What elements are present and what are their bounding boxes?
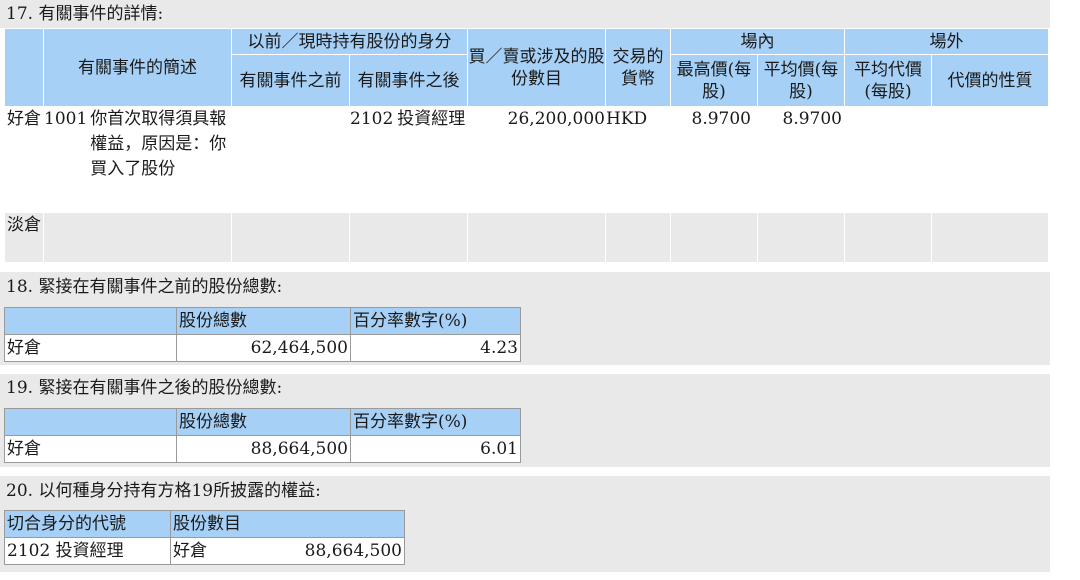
currency-value: HKD xyxy=(605,106,671,213)
event-description-cell: 1001 你首次取得須具報權益，原因是：你買入了股份 xyxy=(43,106,232,213)
capacity-code-header: 切合身分的代號 xyxy=(4,510,171,538)
position-label: 好倉 xyxy=(173,541,207,561)
section-20-title: 20. 以何種身分持有方格19所披露的權益: xyxy=(6,481,321,501)
capacity-code: 2102 xyxy=(7,541,51,561)
header-consideration-nature: 代價的性質 xyxy=(931,54,1049,107)
capacity-after-text: 投資經理 xyxy=(397,109,466,129)
consideration-nature-value xyxy=(931,106,1049,213)
short-position-label: 淡倉 xyxy=(4,212,44,263)
long-position-row: 好倉 1001 你首次取得須具報權益，原因是：你買入了股份 2102 投資經理 … xyxy=(4,106,1049,213)
total-shares-value: 88,664,500 xyxy=(176,435,351,463)
header-before-event: 有關事件之前 xyxy=(231,54,350,107)
header-currency: 交易的貨幣 xyxy=(605,28,671,107)
header-average-consideration: 平均代價(每股) xyxy=(844,54,932,107)
capacity-after-code: 2102 xyxy=(350,109,394,129)
header-average-price: 平均價(每股) xyxy=(757,54,845,107)
event-code: 1001 xyxy=(44,109,88,129)
section-19-title: 19. 緊接在有關事件之後的股份總數: xyxy=(6,378,283,398)
capacity-name: 投資經理 xyxy=(55,541,124,561)
shares-count-value: 88,664,500 xyxy=(304,541,402,561)
header-on-exchange: 場內 xyxy=(670,28,845,55)
shares-count-cell: 好倉 88,664,500 xyxy=(170,537,405,565)
capacity-code-cell: 2102 投資經理 xyxy=(4,537,171,565)
header-off-exchange: 場外 xyxy=(844,28,1049,55)
percentage-value: 6.01 xyxy=(350,435,521,463)
shares-involved-value: 26,200,000 xyxy=(467,106,606,213)
event-description-text: 你首次取得須具報權益，原因是：你買入了股份 xyxy=(90,109,227,179)
short-position-row: 淡倉 xyxy=(4,212,1049,263)
percentage-header: 百分率數字(%) xyxy=(350,408,521,436)
shares-after-table: 股份總數 百分率數字(%) 好倉 88,664,500 6.01 xyxy=(4,408,521,463)
position-label: 好倉 xyxy=(4,435,177,463)
total-shares-value: 62,464,500 xyxy=(176,334,351,362)
capacity-after-cell: 2102 投資經理 xyxy=(349,106,468,213)
header-event-description: 有關事件的簡述 xyxy=(43,28,232,107)
relevant-event-table: 有關事件的簡述 以前／現時持有股份的身分 買／賣或涉及的股份數目 交易的貨幣 場… xyxy=(4,28,1049,263)
shares-before-table: 股份總數 百分率數字(%) 好倉 62,464,500 4.23 xyxy=(4,307,521,362)
total-shares-header: 股份總數 xyxy=(176,408,351,436)
header-blank-cell xyxy=(4,28,44,107)
section-18-title: 18. 緊接在有關事件之前的股份總數: xyxy=(6,277,283,297)
highest-price-value: 8.9700 xyxy=(670,106,758,213)
long-position-label: 好倉 xyxy=(4,106,44,213)
average-price-value: 8.9700 xyxy=(757,106,845,213)
header-shares-involved: 買／賣或涉及的股份數目 xyxy=(467,28,606,107)
shares-count-header: 股份數目 xyxy=(170,510,405,538)
header-after-event: 有關事件之後 xyxy=(349,54,468,107)
section-17-title: 17. 有關事件的詳情: xyxy=(6,4,164,24)
capacity-before-cell xyxy=(231,106,350,213)
position-label: 好倉 xyxy=(4,334,177,362)
percentage-value: 4.23 xyxy=(350,334,521,362)
total-shares-header: 股份總數 xyxy=(176,307,351,335)
header-highest-price: 最高價(每股) xyxy=(670,54,758,107)
header-capacity-group: 以前／現時持有股份的身分 xyxy=(231,28,468,55)
capacity-table: 切合身分的代號 股份數目 2102 投資經理 好倉 88,664,500 xyxy=(4,510,405,565)
percentage-header: 百分率數字(%) xyxy=(350,307,521,335)
average-consideration-value xyxy=(844,106,932,213)
